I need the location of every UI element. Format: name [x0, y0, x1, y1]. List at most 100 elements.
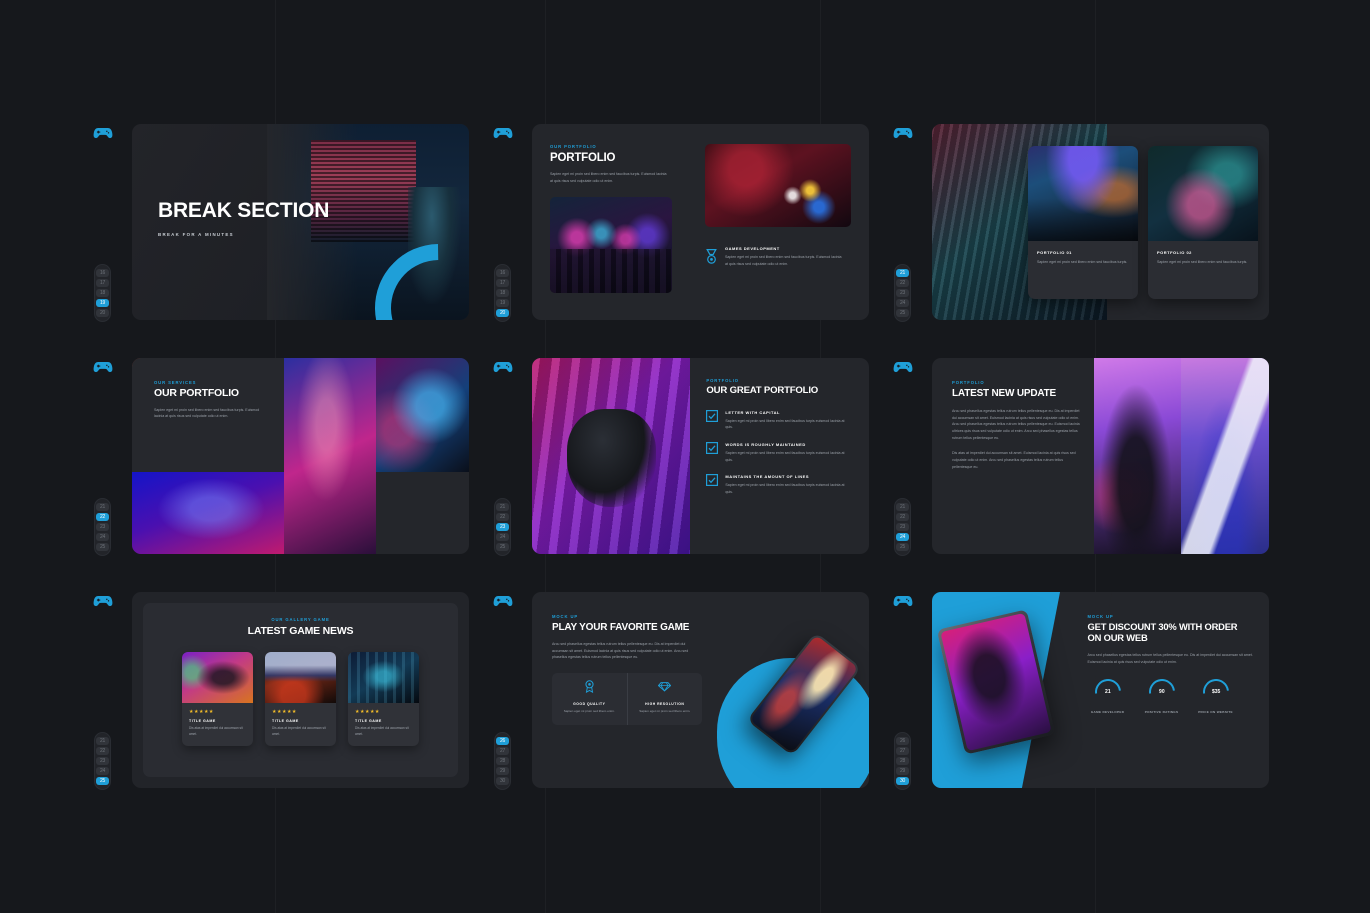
page-number-active[interactable]: 26 [496, 737, 509, 745]
card-thumbnail [182, 652, 253, 703]
page-number[interactable]: 22 [896, 279, 909, 287]
page-number[interactable]: 22 [496, 513, 509, 521]
slide-play-favorite-game[interactable]: 26 27 28 29 30 MOCK UP PLAY YOUR FAVORIT… [485, 586, 885, 798]
check-icon[interactable] [706, 474, 718, 486]
slide-title: GET DISCOUNT 30% WITH ORDER ON OUR WEB [1088, 622, 1253, 643]
slide-title: PLAY YOUR FAVORITE GAME [552, 622, 704, 633]
feature-body: Sapien eget mi proin sed libero enim sed… [725, 254, 843, 267]
page-indicator[interactable]: 21 22 23 24 25 [894, 264, 911, 322]
page-number[interactable]: 30 [496, 777, 509, 785]
page-indicator[interactable]: 16 17 18 19 20 [494, 264, 511, 322]
page-number[interactable]: 17 [96, 279, 109, 287]
page-number[interactable]: 24 [496, 533, 509, 541]
hero-photo [532, 358, 690, 554]
page-number[interactable]: 26 [896, 737, 909, 745]
page-number-active[interactable]: 20 [496, 309, 509, 317]
page-number[interactable]: 21 [96, 737, 109, 745]
page-number[interactable]: 24 [96, 533, 109, 541]
page-number[interactable]: 16 [496, 269, 509, 277]
page-indicator[interactable]: 16 17 18 19 20 [94, 264, 111, 322]
slide-canvas: MOCK UP PLAY YOUR FAVORITE GAME Arcu sed… [532, 592, 869, 788]
page-indicator[interactable]: 21 22 23 24 25 [494, 498, 511, 556]
page-number-active[interactable]: 30 [896, 777, 909, 785]
stat-item: 90 POSITIVE RATINGS [1142, 679, 1182, 715]
stat-item: $35 PRICE ON WEBSITE [1196, 679, 1236, 715]
page-number[interactable]: 29 [496, 767, 509, 775]
page-number-active[interactable]: 21 [896, 269, 909, 277]
slide-body-secondary: Dis atas at imperdiet dui accumsan sit a… [952, 450, 1080, 470]
checklist-item[interactable]: WORDS IS ROUGHLY MAINTAINED Sapien eget … [706, 442, 853, 463]
slide-break-section[interactable]: 16 17 18 19 20 BREAK SECTION BREAK FOR A… [85, 118, 485, 330]
page-number[interactable]: 25 [896, 543, 909, 551]
stat-value: 90 [1159, 689, 1165, 695]
feature-title: HIGH RESOLUTION [628, 702, 703, 706]
page-indicator[interactable]: 21 22 23 24 25 [894, 498, 911, 556]
portfolio-card[interactable]: PORTFOLIO 01 Sapien eget mi proin sed li… [1028, 146, 1138, 299]
page-indicator[interactable]: 26 27 28 29 30 [894, 732, 911, 790]
page-number-active[interactable]: 19 [96, 299, 109, 307]
page-number[interactable]: 21 [96, 503, 109, 511]
page-number[interactable]: 24 [96, 767, 109, 775]
feature-body: Sapien eget mi proin sed libero enim. [628, 709, 703, 715]
page-number[interactable]: 28 [496, 757, 509, 765]
page-number[interactable]: 25 [96, 543, 109, 551]
feature-cell[interactable]: GOOD QUALITY Sapien eget mi proin sed li… [552, 673, 627, 725]
page-number-active[interactable]: 23 [496, 523, 509, 531]
page-number-active[interactable]: 25 [96, 777, 109, 785]
page-number[interactable]: 18 [96, 289, 109, 297]
check-icon[interactable] [706, 410, 718, 422]
page-indicator[interactable]: 21 22 23 24 25 [94, 498, 111, 556]
slide-our-great-portfolio[interactable]: 21 22 23 24 25 PORTFOLIO OUR GREAT PORTF… [485, 352, 885, 564]
slide-latest-game-news[interactable]: 21 22 23 24 25 OUR GALLERY GAME LATEST G… [85, 586, 485, 798]
slide-canvas: MOCK UP GET DISCOUNT 30% WITH ORDER ON O… [932, 592, 1269, 788]
page-number[interactable]: 23 [96, 523, 109, 531]
page-indicator[interactable]: 26 27 28 29 30 [494, 732, 511, 790]
portfolio-image-setup [705, 144, 851, 227]
page-number[interactable]: 18 [496, 289, 509, 297]
page-number[interactable]: 21 [496, 503, 509, 511]
page-number[interactable]: 21 [896, 503, 909, 511]
checklist-item[interactable]: MAINTAINS THE AMOUNT OF LINES Sapien ege… [706, 474, 853, 495]
news-card[interactable]: ★★★★★ TITLE GAME Dis atas at imperdiet d… [348, 652, 419, 746]
page-number-active[interactable]: 22 [96, 513, 109, 521]
page-number[interactable]: 17 [496, 279, 509, 287]
page-number[interactable]: 20 [96, 309, 109, 317]
page-number[interactable]: 25 [496, 543, 509, 551]
page-number[interactable]: 22 [896, 513, 909, 521]
card-body: Dis atas at imperdiet dui accumsan sit a… [189, 726, 246, 738]
page-number[interactable]: 24 [896, 299, 909, 307]
page-number[interactable]: 25 [896, 309, 909, 317]
page-number[interactable]: 23 [896, 289, 909, 297]
page-number[interactable]: 16 [96, 269, 109, 277]
page-number[interactable]: 27 [896, 747, 909, 755]
page-number[interactable]: 23 [96, 757, 109, 765]
page-indicator[interactable]: 21 22 23 24 25 [94, 732, 111, 790]
checklist-item[interactable]: LETTER WITH CAPITAL Sapien eget mi proin… [706, 410, 853, 431]
gamepad-icon [493, 126, 513, 140]
slide-deck: 16 17 18 19 20 BREAK SECTION BREAK FOR A… [85, 118, 1285, 798]
card-body: Sapien eget mi proin sed libero enim sed… [1037, 259, 1129, 266]
item-body: Sapien eget mi proin sed libero enim sed… [725, 450, 853, 463]
mosaic-tile [376, 358, 469, 472]
feature-cell[interactable]: HIGH RESOLUTION Sapien eget mi proin sed… [627, 673, 703, 725]
slide-body: Sapien eget mi proin sed libero enim sed… [154, 407, 262, 420]
slide-body: Arcu sed phasellus egestas tellus rutrum… [1088, 652, 1253, 665]
page-number[interactable]: 27 [496, 747, 509, 755]
slide-portfolio[interactable]: 16 17 18 19 20 OUR PORTFOLIO PORTFOLIO S… [485, 118, 885, 330]
slide-our-portfolio[interactable]: 21 22 23 24 25 OUR SERVICES OUR PORTFOLI… [85, 352, 485, 564]
page-number[interactable]: 23 [896, 523, 909, 531]
page-number[interactable]: 29 [896, 767, 909, 775]
news-card[interactable]: ★★★★★ TITLE GAME Dis atas at imperdiet d… [182, 652, 253, 746]
page-number-active[interactable]: 24 [896, 533, 909, 541]
slide-body: Arcu sed phasellus egestas tellus rutrum… [552, 641, 700, 661]
slide-latest-new-update[interactable]: 21 22 23 24 25 PORTFOLIO LATEST NEW UPDA… [885, 352, 1285, 564]
page-number[interactable]: 19 [496, 299, 509, 307]
news-card[interactable]: ★★★★★ TITLE GAME Dis atas at imperdiet d… [265, 652, 336, 746]
slide-portfolio-cards[interactable]: 21 22 23 24 25 PORTFOLIO 01 Sapien eget … [885, 118, 1285, 330]
page-number[interactable]: 28 [896, 757, 909, 765]
check-icon[interactable] [706, 442, 718, 454]
slide-get-discount[interactable]: 26 27 28 29 30 MOCK UP GET DISCOUNT 30% … [885, 586, 1285, 798]
page-number[interactable]: 22 [96, 747, 109, 755]
card-title: TITLE GAME [189, 719, 246, 723]
portfolio-card[interactable]: PORTFOLIO 02 Sapien eget mi proin sed li… [1148, 146, 1258, 299]
